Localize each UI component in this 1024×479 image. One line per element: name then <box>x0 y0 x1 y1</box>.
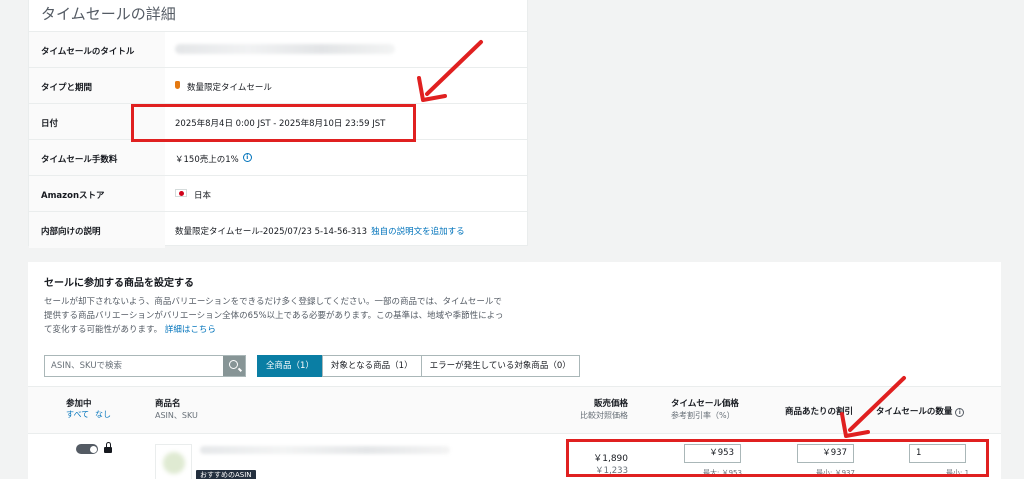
detail-row-store: Amazonストア 日本 <box>29 176 527 212</box>
store-name: 日本 <box>194 191 212 201</box>
internal-description: 数量限定タイムセール-2025/07/23 5-14-56-313 <box>175 227 368 237</box>
annotation-arrow-icon <box>840 376 906 438</box>
search-button[interactable] <box>223 356 245 376</box>
col-ts-price-sub: 参考割引率（%） <box>671 411 735 420</box>
detail-label: タイムセール手数料 <box>29 140 165 175</box>
detail-value: 日本 <box>165 176 527 211</box>
search-box <box>44 355 246 377</box>
price-fields-highlight-box <box>566 439 989 477</box>
detail-label: タイムセールのタイトル <box>29 32 165 67</box>
participation-toggle[interactable] <box>76 444 98 454</box>
add-description-link[interactable]: 独自の説明文を追加する <box>371 225 465 237</box>
col-price: 販売価格 <box>593 399 628 409</box>
annotation-arrow-icon <box>417 40 483 102</box>
japan-flag-icon <box>175 189 187 197</box>
info-icon[interactable]: i <box>242 153 252 162</box>
detail-value: ￥150売上の1% i <box>165 140 527 175</box>
lock-icon <box>104 442 112 454</box>
sale-type: 数量限定タイムセール <box>187 83 272 93</box>
search-icon <box>229 360 238 369</box>
empty-panel <box>530 0 1000 262</box>
redacted-product-name <box>200 446 450 454</box>
details-title: タイムセールの詳細 <box>29 0 527 32</box>
date-highlight-box <box>131 104 416 142</box>
tab-all-products[interactable]: 全商品（1） <box>257 355 323 377</box>
filter-tabs: 全商品（1） 対象となる商品（1） エラーが発生している対象商品（0） <box>257 355 580 377</box>
col-price-sub: 比較対照価格 <box>580 411 628 420</box>
section-heading: セールに参加する商品を設定する <box>44 278 194 289</box>
redacted-title <box>175 44 395 54</box>
col-product: 商品名 <box>155 399 181 409</box>
detail-row-description: 内部向けの説明 数量限定タイムセール-2025/07/23 5-14-56-31… <box>29 212 527 248</box>
detail-row-fee: タイムセール手数料 ￥150売上の1% i <box>29 140 527 176</box>
detail-label: タイプと期間 <box>29 68 165 103</box>
detail-value: 数量限定タイムセール-2025/07/23 5-14-56-313 独自の説明文… <box>165 212 527 248</box>
tab-eligible-products[interactable]: 対象となる商品（1） <box>321 355 422 377</box>
detail-label: Amazonストア <box>29 176 165 211</box>
description-text: セールが却下されないよう、商品バリエーションをできるだけ多く登録してください。一… <box>44 297 504 335</box>
col-participating: 参加中 <box>66 399 92 409</box>
search-input[interactable] <box>45 356 225 376</box>
recommended-asin-badge: おすすめのASIN <box>196 470 256 479</box>
select-none-link[interactable]: なし <box>95 410 111 419</box>
pin-icon <box>175 81 180 89</box>
section-description: セールが却下されないよう、商品バリエーションをできるだけ多く登録してください。一… <box>44 295 506 337</box>
select-links: すべて なし <box>66 409 111 420</box>
product-thumbnail <box>155 444 192 479</box>
info-icon[interactable]: i <box>955 408 965 417</box>
col-product-sub: ASIN、SKU <box>155 411 198 420</box>
sale-fee: ￥150売上の1% <box>175 155 239 165</box>
detail-label: 内部向けの説明 <box>29 212 165 248</box>
details-link[interactable]: 詳細はこちら <box>165 325 216 335</box>
col-ts-price: タイムセール価格 <box>671 399 739 409</box>
tab-error-products[interactable]: エラーが発生している対象商品（0） <box>420 355 580 377</box>
select-all-link[interactable]: すべて <box>66 410 89 419</box>
